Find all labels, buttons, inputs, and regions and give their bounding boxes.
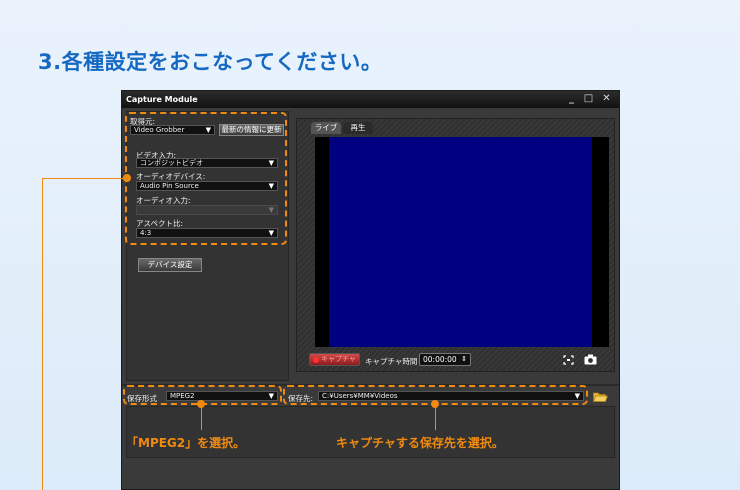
record-icon xyxy=(313,357,319,363)
video-preview xyxy=(315,137,609,347)
window-titlebar: Capture Module _ □ ✕ xyxy=(122,91,619,108)
format-callout: 「MPEG2」を選択。 xyxy=(126,436,246,450)
folder-icon[interactable] xyxy=(593,391,608,402)
page-heading: 3.各種設定をおこなってください。 xyxy=(38,50,383,74)
settings-highlight-box xyxy=(125,112,287,245)
preview-pane: ライブ 再生 キャプチャ キャプチャ時間 00:00:00 ⇕ xyxy=(296,118,615,372)
dest-leader-line xyxy=(435,406,436,430)
camera-icon[interactable] xyxy=(584,354,597,365)
spinner-icon: ⇕ xyxy=(461,355,467,363)
maximize-button[interactable]: □ xyxy=(582,91,595,108)
capture-button-label: キャプチャ xyxy=(321,355,356,363)
format-leader-line xyxy=(201,406,202,430)
settings-leader-line xyxy=(42,178,125,179)
minimize-button[interactable]: _ xyxy=(565,91,578,108)
tab-live[interactable]: ライブ xyxy=(311,122,341,134)
dest-callout: キャプチャする保存先を選択。 xyxy=(336,436,504,450)
capture-time-label: キャプチャ時間 xyxy=(365,357,418,366)
window-title: Capture Module xyxy=(126,95,198,104)
capture-time-field[interactable]: 00:00:00 ⇕ xyxy=(419,353,471,366)
device-settings-button[interactable]: デバイス設定 xyxy=(138,258,202,272)
close-button[interactable]: ✕ xyxy=(600,91,613,108)
tab-playback[interactable]: 再生 xyxy=(343,122,373,134)
capture-button[interactable]: キャプチャ xyxy=(309,353,360,366)
video-frame xyxy=(329,137,592,347)
snapshot-frame-icon[interactable] xyxy=(563,355,574,365)
capture-time-value: 00:00:00 xyxy=(423,355,457,364)
settings-leader-line-vertical xyxy=(42,178,43,490)
